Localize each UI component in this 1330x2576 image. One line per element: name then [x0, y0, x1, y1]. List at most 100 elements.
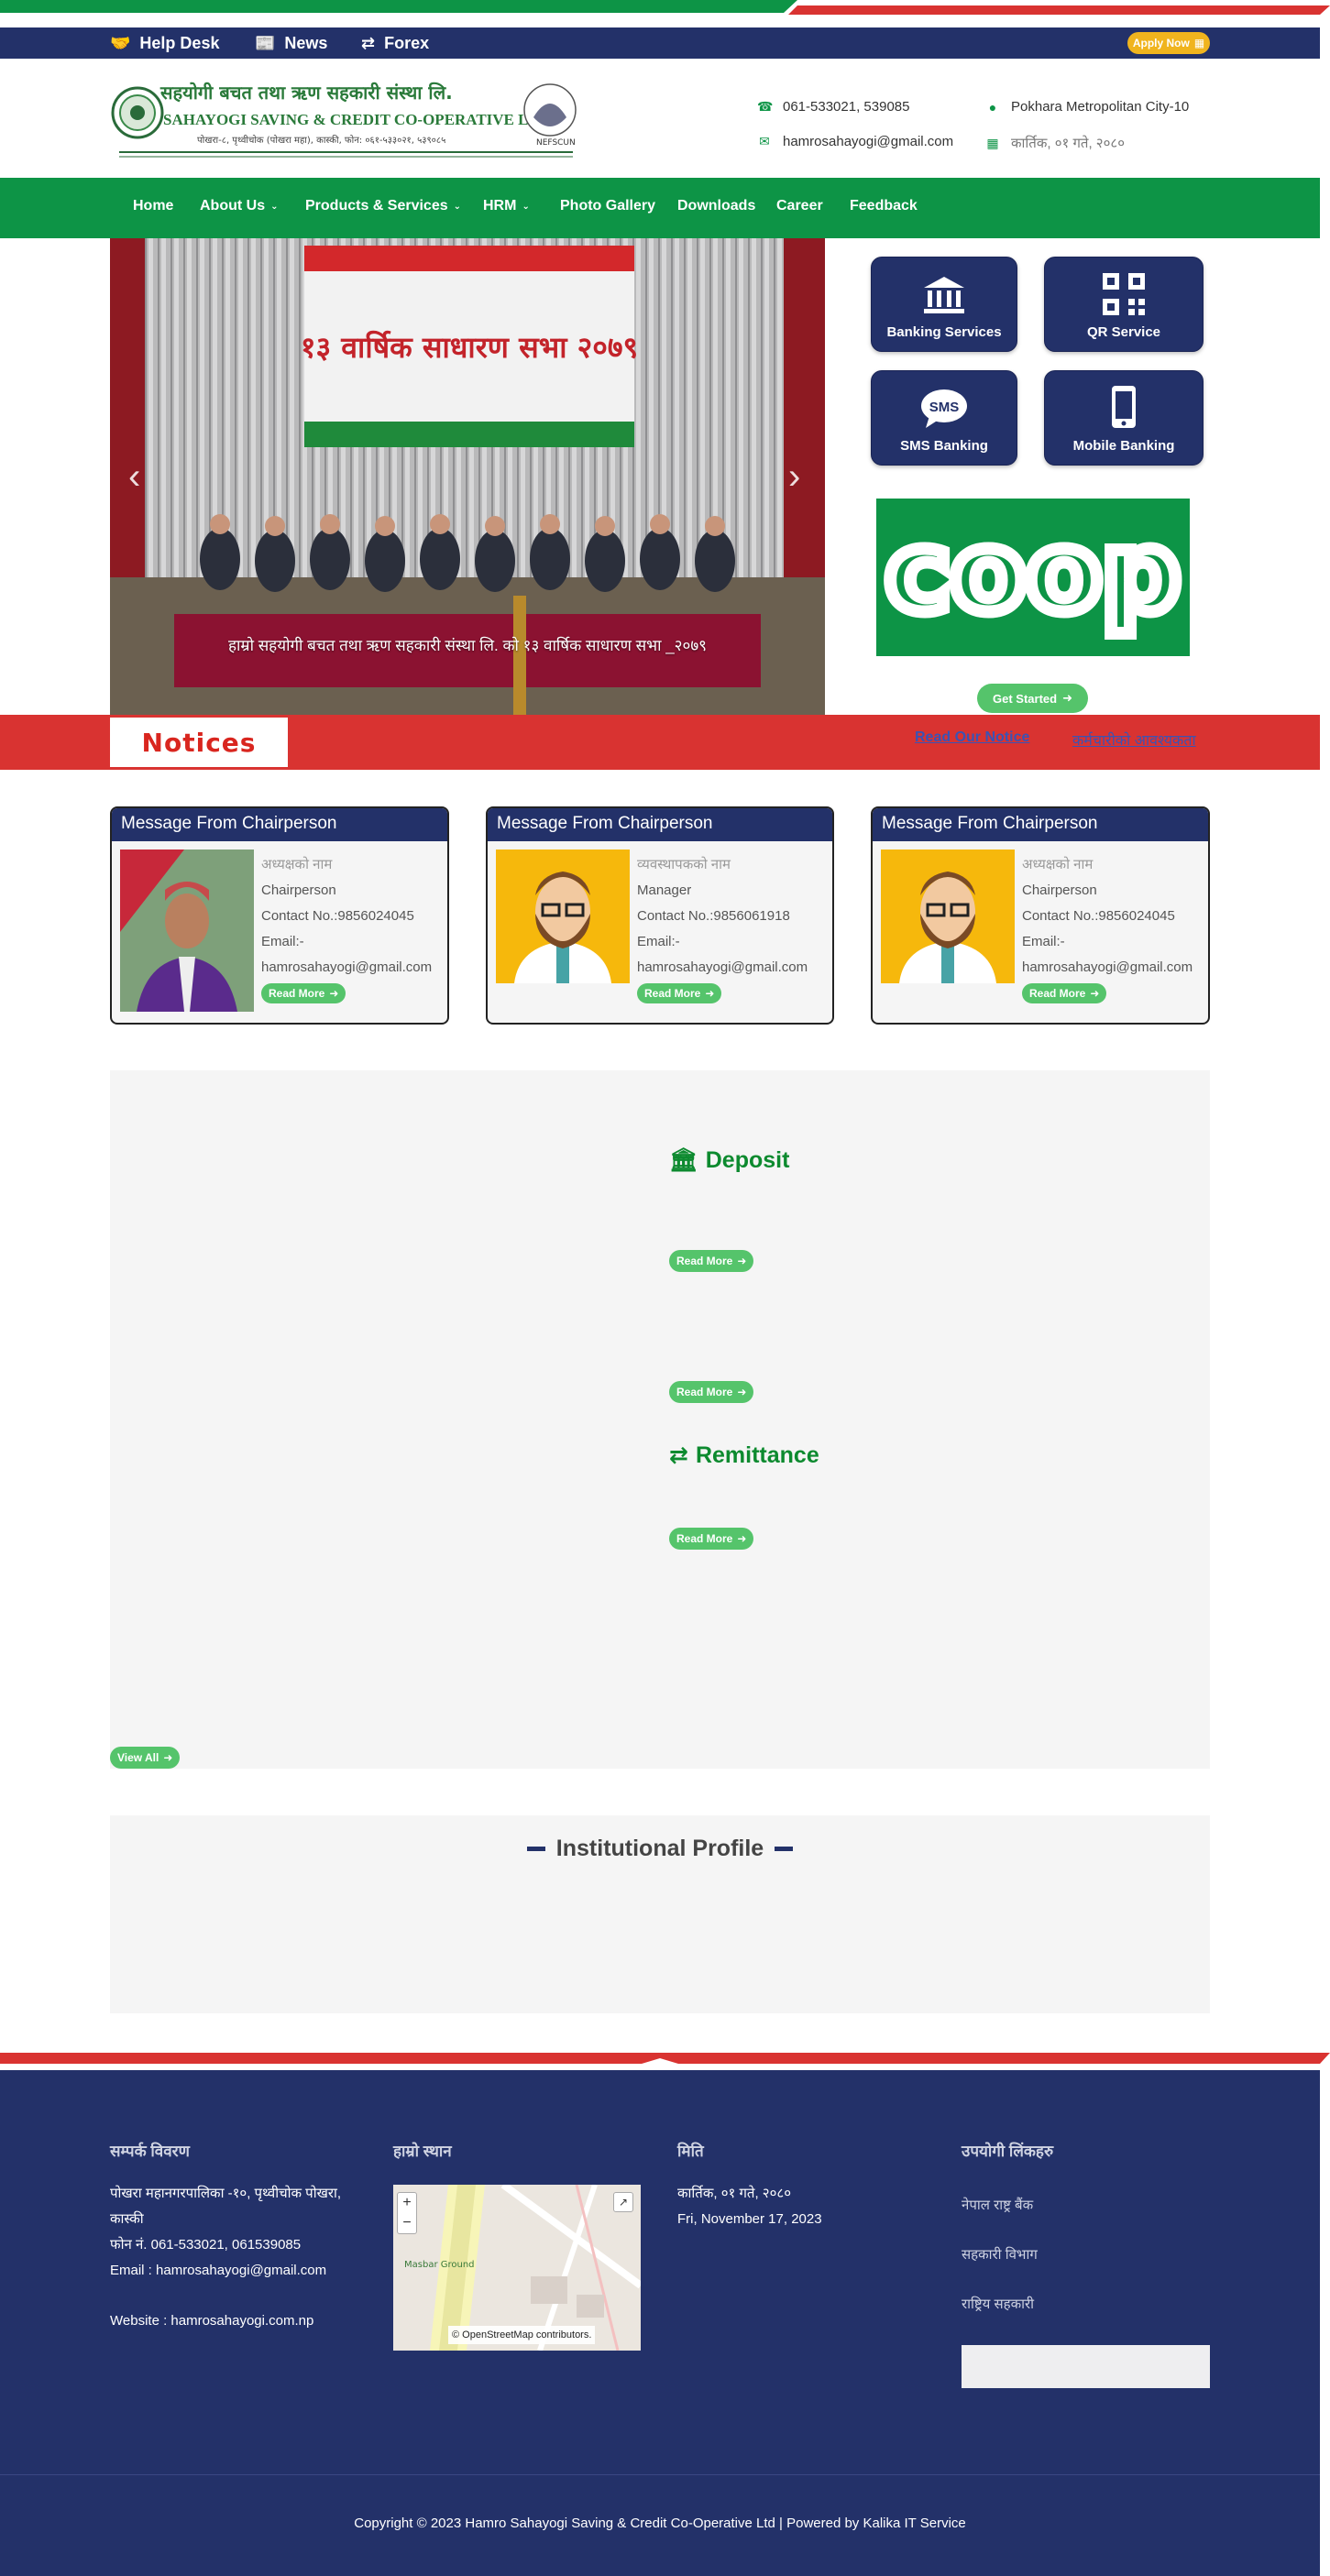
nav-photo-gallery[interactable]: Photo Gallery [560, 198, 655, 214]
apply-now-button[interactable]: Apply Now ▦ [1127, 32, 1210, 54]
arrow-right-icon: ➜ [705, 987, 715, 1000]
read-more-button[interactable]: Read More ➜ [637, 983, 722, 1003]
footer-link[interactable]: राष्ट्रिय सहकारी [962, 2280, 1038, 2329]
message-card: Message From Chairperson अध्यक्षको नाम C… [110, 806, 449, 1025]
location-map[interactable]: Masbar Ground + − ↗ © OpenStreetMap contr… [393, 2185, 641, 2351]
hero-slider[interactable]: १३ वार्षिक साधारण सभा २०७९ ‹ › हाम्रो सह… [110, 238, 825, 715]
footer-divider [0, 2474, 1320, 2475]
map-attribution[interactable]: © OpenStreetMap contributors. [448, 2326, 596, 2344]
phone-icon: ☎ [757, 99, 774, 114]
arrow-right-icon: ➜ [329, 987, 339, 1000]
nefscun-logo: NEFSCUN [523, 83, 577, 148]
bank-icon: 🏛 [669, 1147, 698, 1173]
slider-prev-icon[interactable]: ‹ [128, 458, 140, 495]
footer-widget-box[interactable] [962, 2345, 1210, 2388]
copyright-text: Copyright © 2023 Hamro Sahayogi Saving &… [354, 2516, 966, 2531]
deposit-heading: 🏛 Deposit [669, 1147, 790, 1173]
svg-text:NEFSCUN: NEFSCUN [536, 138, 576, 148]
message-card: Message From Chairperson अध्यक्षको नाम C… [871, 806, 1210, 1025]
read-more-button[interactable]: Read More ➜ [261, 983, 346, 1003]
card-title: Message From Chairperson [112, 808, 447, 841]
fullscreen-icon[interactable]: ↗ [613, 2192, 633, 2212]
location-pin-icon: ● [988, 99, 997, 115]
svg-text:SMS: SMS [929, 400, 960, 415]
sms-icon: SMS [921, 389, 967, 428]
bank-icon [924, 277, 964, 313]
chevron-down-icon: ⌄ [522, 201, 530, 212]
chevron-down-icon: ⌄ [453, 201, 462, 212]
header-phone[interactable]: ☎ 061-533021, 539085 [757, 99, 909, 115]
exchange-icon: ⇄ [361, 33, 376, 52]
map-zoom-controls[interactable]: + − [397, 2192, 417, 2234]
read-more-button[interactable]: Read More ➜ [669, 1381, 754, 1403]
notice-link-2[interactable]: कर्मचारीको आवश्यकता [1072, 729, 1196, 750]
svg-text:सहयोगी बचत तथा ऋण सहकारी संस्थ: सहयोगी बचत तथा ऋण सहकारी संस्था लि. [159, 82, 453, 104]
section-title: Institutional Profile [110, 1836, 1210, 1862]
institutional-profile-section: Institutional Profile [110, 1815, 1210, 2013]
nav-products-services[interactable]: Products & Services ⌄ [305, 198, 461, 214]
footer-link[interactable]: सहकारी विभाग [962, 2231, 1038, 2280]
chairperson-avatar [881, 850, 1015, 1012]
arrow-right-icon: ➜ [1090, 987, 1100, 1000]
slider-next-icon[interactable]: › [788, 458, 800, 495]
slide-caption: हाम्रो सहयोगी बचत तथा ऋण सहकारी संस्था ल… [227, 637, 708, 654]
handshake-icon: 🤝 [110, 33, 131, 52]
footer-useful-links: नेपाल राष्ट्र बैंक सहकारी विभाग राष्ट्रि… [962, 2181, 1038, 2329]
svg-text:Masbar Ground: Masbar Ground [404, 2260, 475, 2270]
nav-about-us[interactable]: About Us ⌄ [200, 198, 279, 214]
card-info: अध्यक्षको नाम Chairperson Contact No.:98… [1022, 852, 1193, 1006]
site-footer: सम्पर्क विवरण पोखरा महानगरपालिका -१०, पृ… [0, 2070, 1320, 2576]
logo-graphic: सहयोगी बचत तथा ऋण सहकारी संस्था लि. SAHA… [111, 82, 577, 158]
remittance-read-more-button[interactable]: Read More ➜ [669, 1528, 754, 1550]
nav-home[interactable]: Home [133, 198, 173, 214]
help-desk-link[interactable]: 🤝 Help Desk [110, 32, 219, 54]
notice-link-1[interactable]: Read Our Notice [915, 729, 1029, 746]
arrow-right-icon: ➜ [737, 1386, 747, 1398]
nav-downloads[interactable]: Downloads [677, 198, 755, 214]
calendar-icon: ▦ [1193, 37, 1205, 49]
tile-qr-service[interactable]: QR Service [1044, 257, 1204, 352]
site-logo[interactable]: सहयोगी बचत तथा ऋण सहकारी संस्था लि. SAHA… [110, 71, 582, 172]
nav-career[interactable]: Career [776, 198, 823, 214]
remittance-heading: ⇄ Remittance [669, 1441, 819, 1469]
card-title: Message From Chairperson [873, 808, 1208, 841]
svg-text:SAHAYOGI SAVING & CREDIT CO-OP: SAHAYOGI SAVING & CREDIT CO-OPERATIVE LT… [163, 111, 553, 128]
newspaper-icon: 📰 [255, 33, 276, 52]
coop-logo: coop [876, 499, 1190, 656]
news-link[interactable]: 📰 News [255, 32, 327, 54]
card-info: व्यवस्थापकको नाम Manager Contact No.:985… [637, 852, 808, 1006]
arrow-right-icon: ➜ [163, 1751, 173, 1764]
header-date: ▦ कार्तिक, ०१ गते, २०८० [986, 135, 1125, 152]
top-decorative-stripe [0, 0, 1330, 18]
footer-address: पोखरा महानगरपालिका -१०, पृथ्वीचोक पोखरा,… [110, 2186, 342, 2329]
footer-link[interactable]: नेपाल राष्ट्र बैंक [962, 2181, 1038, 2231]
nav-feedback[interactable]: Feedback [850, 198, 918, 214]
exchange-icon: ⇄ [669, 1442, 688, 1468]
header-email[interactable]: ✉ hamrosahayogi@gmail.com [757, 134, 953, 149]
tile-sms-banking[interactable]: SMS SMS Banking [871, 370, 1017, 466]
footer-date: कार्तिक, ०१ गते, २०८० Fri, November 17, … [677, 2186, 822, 2227]
tile-mobile-banking[interactable]: Mobile Banking [1044, 370, 1204, 466]
calendar-icon: ▦ [986, 135, 999, 150]
card-info: अध्यक्षको नाम Chairperson Contact No.:98… [261, 852, 432, 1006]
arrow-right-icon: ➜ [737, 1532, 747, 1545]
read-more-button[interactable]: Read More ➜ [1022, 983, 1107, 1003]
footer-decorative-stripe [0, 2053, 1330, 2064]
view-all-button[interactable]: View All ➜ [110, 1747, 181, 1769]
get-started-button[interactable]: Get Started ➜ [977, 684, 1088, 713]
main-navigation: Home About Us ⌄ Products & Services ⌄ HRM ⌄… [0, 178, 1320, 238]
top-bar: 🤝 Help Desk 📰 News ⇄ Forex Apply Now ▦ [0, 27, 1320, 59]
forex-link[interactable]: ⇄ Forex [361, 32, 429, 54]
mobile-icon [1112, 386, 1136, 428]
svg-text:पोखरा-८, पृथ्वीचोक (पोखरा महा): पोखरा-८, पृथ्वीचोक (पोखरा महा), कास्की, … [197, 135, 445, 146]
arrow-right-icon: ➜ [737, 1255, 747, 1267]
notices-label: Notices [110, 718, 288, 767]
card-title: Message From Chairperson [488, 808, 832, 841]
deposit-read-more-button[interactable]: Read More ➜ [669, 1250, 754, 1272]
nav-hrm[interactable]: HRM ⌄ [483, 198, 530, 214]
chevron-down-icon: ⌄ [270, 201, 279, 212]
svg-text:१३ वार्षिक साधारण सभा २०७९: १३ वार्षिक साधारण सभा २०७९ [301, 330, 638, 365]
message-card: Message From Chairperson व्यवस्थापकको ना… [486, 806, 834, 1025]
products-section: 🏛 Deposit Read More ➜ Read More ➜ ⇄ Remitt… [110, 1070, 1210, 1769]
tile-banking-services[interactable]: Banking Services [871, 257, 1017, 352]
